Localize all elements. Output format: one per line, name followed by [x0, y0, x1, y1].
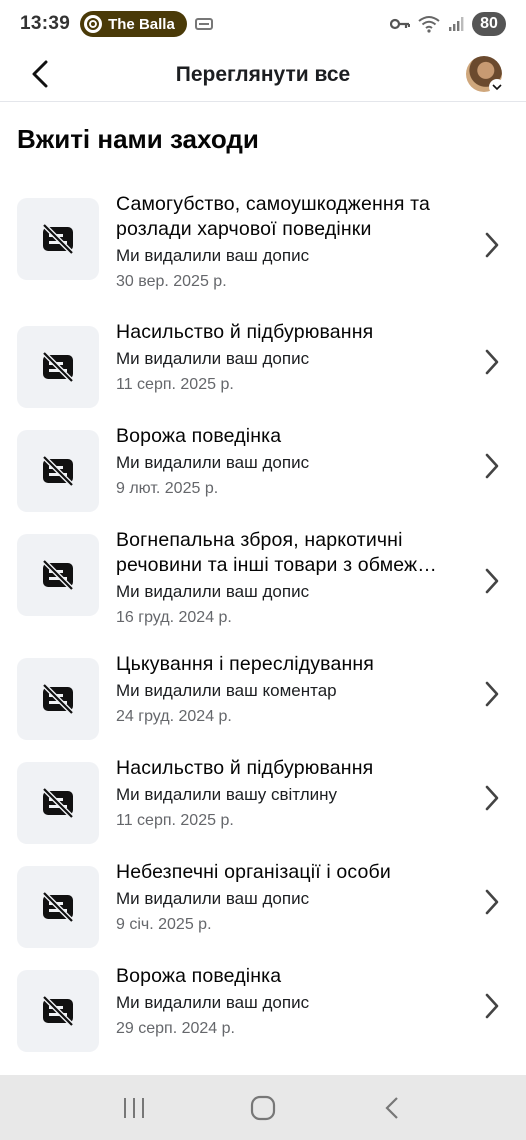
- system-navigation-bar: [0, 1075, 526, 1140]
- media-app-label: The Balla: [108, 15, 175, 33]
- item-subtitle: Ми видалили ваш допис: [116, 582, 310, 601]
- list-item[interactable]: Ворожа поведінка Ми видалили ваш допис 9 л…: [0, 424, 526, 516]
- item-subtitle: Ми видалили ваш допис: [116, 349, 310, 368]
- media-notification-pill[interactable]: The Balla: [80, 11, 188, 37]
- item-title: Насильство й підбурювання: [116, 757, 374, 779]
- item-thumbnail: [17, 658, 99, 740]
- status-bar: 13:39 The Balla 80: [0, 0, 526, 48]
- list-item[interactable]: Вогнепальна зброя, наркотичні речовини т…: [0, 528, 526, 640]
- item-date: 29 серп. 2024 р.: [116, 1020, 235, 1037]
- top-app-bar: Переглянути все: [0, 48, 526, 102]
- home-icon: [250, 1095, 276, 1120]
- item-text: Насильство й підбурювання Ми видалили ваш…: [116, 320, 471, 396]
- chevron-left-icon: [32, 60, 48, 88]
- item-subtitle: Ми видалили вашу світлину: [116, 785, 338, 804]
- chevron-right-icon: [485, 232, 499, 258]
- item-text: Ворожа поведінка Ми видалили ваш допис 9 л…: [116, 424, 471, 500]
- removed-content-icon: [42, 788, 74, 818]
- recent-apps-icon: [124, 1097, 145, 1118]
- open-item-button[interactable]: [482, 887, 502, 917]
- item-thumbnail: [17, 970, 99, 1052]
- item-title: Самогубство, самоушкодження та розлади х…: [116, 193, 430, 240]
- item-subtitle: Ми видалили ваш допис: [116, 993, 310, 1012]
- chevron-right-icon: [485, 889, 499, 915]
- open-item-button[interactable]: [482, 679, 502, 709]
- item-text: Цькування і переслідування Ми видалили ва…: [116, 652, 471, 728]
- item-date: 11 серп. 2025 р.: [116, 376, 234, 393]
- item-subtitle: Ми видалили ваш допис: [116, 453, 310, 472]
- removed-content-icon: [42, 996, 74, 1026]
- list-item[interactable]: Самогубство, самоушкодження та розлади х…: [0, 192, 526, 304]
- chevron-right-icon: [485, 785, 499, 811]
- list-item[interactable]: Ворожа поведінка Ми видалили ваш допис 29 …: [0, 964, 526, 1056]
- item-date: 9 січ. 2025 р.: [116, 916, 212, 933]
- chevron-right-icon: [485, 681, 499, 707]
- item-title: Вогнепальна зброя, наркотичні речовини т…: [116, 529, 437, 576]
- item-text: Небезпечні організації і особи Ми видалил…: [116, 860, 471, 936]
- item-title: Ворожа поведінка: [116, 425, 282, 447]
- home-button[interactable]: [243, 1088, 283, 1128]
- item-date: 24 груд. 2024 р.: [116, 708, 232, 725]
- profile-avatar[interactable]: [466, 56, 505, 95]
- open-item-button[interactable]: [482, 451, 502, 481]
- open-item-button[interactable]: [482, 566, 502, 596]
- item-text: Вогнепальна зброя, наркотичні речовини т…: [116, 528, 471, 629]
- chevron-right-icon: [485, 453, 499, 479]
- back-button[interactable]: [24, 58, 56, 90]
- chevron-right-icon: [485, 568, 499, 594]
- recent-apps-button[interactable]: [114, 1088, 154, 1128]
- chevron-right-icon: [485, 993, 499, 1019]
- system-back-button[interactable]: [372, 1088, 412, 1128]
- status-icons: 80: [390, 12, 506, 36]
- item-subtitle: Ми видалили ваш допис: [116, 246, 310, 265]
- cast-icon: [195, 18, 214, 30]
- key-icon: [390, 18, 410, 30]
- chevron-down-icon: [489, 79, 505, 95]
- open-item-button[interactable]: [482, 783, 502, 813]
- removed-content-icon: [42, 352, 74, 382]
- item-thumbnail: [17, 762, 99, 844]
- page-title: Переглянути все: [175, 62, 351, 86]
- removed-content-icon: [42, 224, 74, 254]
- list-item[interactable]: Цькування і переслідування Ми видалили ва…: [0, 652, 526, 744]
- item-subtitle: Ми видалили ваш коментар: [116, 681, 337, 700]
- item-text: Ворожа поведінка Ми видалили ваш допис 29 …: [116, 964, 471, 1040]
- chevron-left-icon: [385, 1096, 398, 1119]
- removed-content-icon: [42, 560, 74, 590]
- item-thumbnail: [17, 866, 99, 948]
- item-title: Цькування і переслідування: [116, 653, 374, 675]
- open-item-button[interactable]: [482, 230, 502, 260]
- item-thumbnail: [17, 534, 99, 616]
- removed-content-icon: [42, 456, 74, 486]
- media-disc-icon: [84, 15, 103, 33]
- item-date: 11 серп. 2025 р.: [116, 812, 234, 829]
- item-title: Насильство й підбурювання: [116, 321, 374, 343]
- item-title: Ворожа поведінка: [116, 965, 282, 987]
- item-thumbnail: [17, 198, 99, 280]
- open-item-button[interactable]: [482, 991, 502, 1021]
- chevron-right-icon: [485, 349, 499, 375]
- list-item[interactable]: Небезпечні організації і особи Ми видалил…: [0, 860, 526, 952]
- list-item[interactable]: Насильство й підбурювання Ми видалили ваш…: [0, 756, 526, 848]
- item-date: 9 лют. 2025 р.: [116, 480, 219, 497]
- item-date: 16 груд. 2024 р.: [116, 609, 232, 626]
- removed-content-icon: [42, 684, 74, 714]
- item-title: Небезпечні організації і особи: [116, 861, 391, 883]
- list-item[interactable]: Насильство й підбурювання Ми видалили ваш…: [0, 320, 526, 412]
- open-item-button[interactable]: [482, 347, 502, 377]
- item-thumbnail: [17, 326, 99, 408]
- section-heading: Вжиті нами заходи: [17, 124, 259, 154]
- signal-icon: [449, 17, 464, 31]
- wifi-icon: [418, 16, 440, 33]
- battery-indicator: 80: [472, 12, 506, 36]
- item-text: Самогубство, самоушкодження та розлади х…: [116, 192, 471, 293]
- item-subtitle: Ми видалили ваш допис: [116, 889, 310, 908]
- removed-content-icon: [42, 892, 74, 922]
- status-time: 13:39: [20, 13, 71, 34]
- item-date: 30 вер. 2025 р.: [116, 273, 227, 290]
- item-thumbnail: [17, 430, 99, 512]
- item-text: Насильство й підбурювання Ми видалили ваш…: [116, 756, 471, 832]
